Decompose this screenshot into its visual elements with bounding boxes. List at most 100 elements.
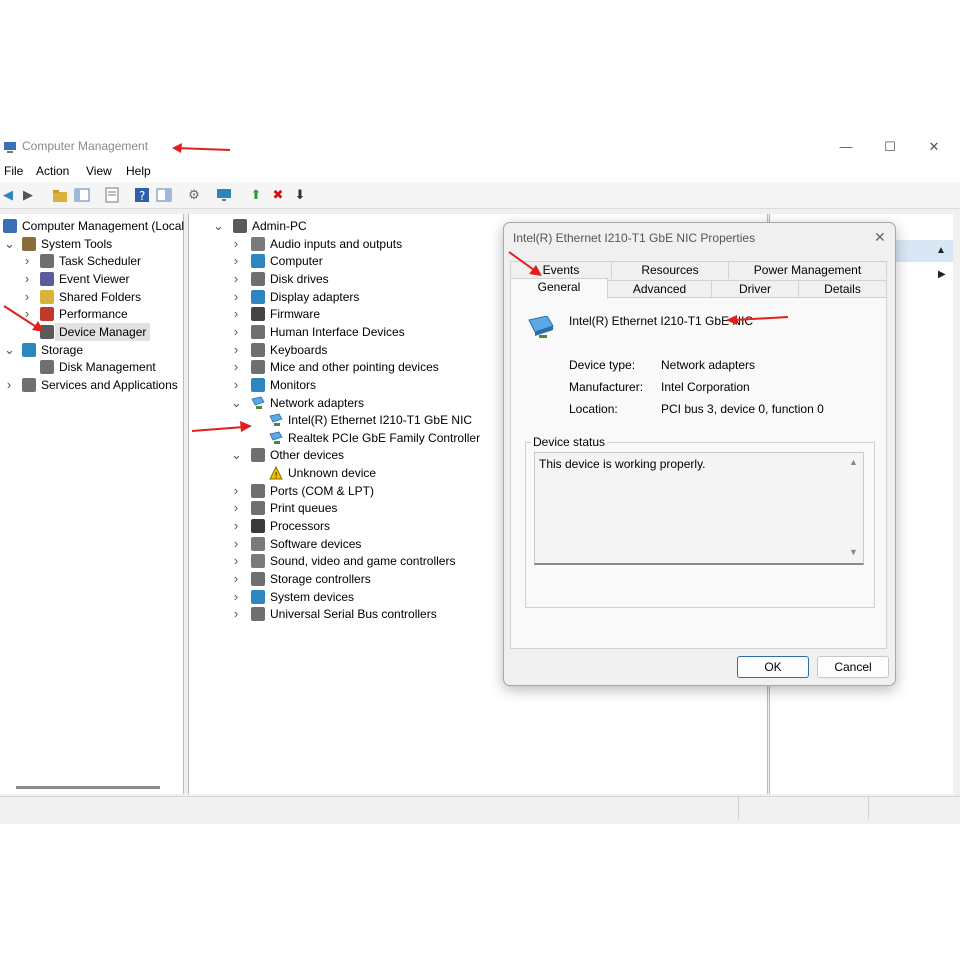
monitor-icon[interactable]: [216, 187, 232, 203]
tools-icon: [22, 236, 36, 251]
expander-icon[interactable]: ›: [231, 343, 241, 356]
tab-power-management[interactable]: Power Management: [728, 261, 887, 279]
expander-icon[interactable]: ›: [231, 360, 241, 373]
scan-hardware-icon[interactable]: ⚙: [186, 187, 202, 203]
expander-icon[interactable]: ›: [231, 378, 241, 391]
menu-file[interactable]: File: [4, 164, 23, 178]
expander-icon[interactable]: ›: [231, 290, 241, 303]
console-tree-pane[interactable]: Computer Management (Local ⌄ System Tools ›…: [0, 214, 184, 794]
expander-icon[interactable]: ›: [231, 590, 241, 603]
close-button[interactable]: ✕: [912, 136, 956, 158]
scroll-up-icon[interactable]: ▲: [849, 457, 858, 467]
expander-icon[interactable]: ›: [231, 607, 241, 620]
expander-icon[interactable]: ⌄: [231, 396, 242, 409]
up-folder-icon[interactable]: [52, 187, 68, 203]
tree-item[interactable]: Processors: [270, 517, 330, 535]
expander-icon[interactable]: ⌄: [213, 219, 224, 232]
maximize-button[interactable]: ☐: [868, 136, 912, 158]
tree-item[interactable]: Shared Folders: [59, 288, 141, 306]
scroll-down-icon[interactable]: ▼: [849, 547, 858, 557]
tree-item[interactable]: Device Manager: [55, 322, 151, 341]
tree-item[interactable]: Storage controllers: [270, 570, 371, 588]
expand-right-icon[interactable]: ▶: [938, 269, 946, 280]
uninstall-device-icon[interactable]: ✖: [270, 187, 286, 203]
back-icon[interactable]: ◀: [0, 187, 16, 203]
tree-item[interactable]: Services and Applications: [41, 376, 178, 394]
tree-item[interactable]: Firmware: [270, 305, 320, 323]
tree-item[interactable]: Monitors: [270, 376, 316, 394]
tree-item[interactable]: Disk drives: [270, 270, 329, 288]
expander-icon[interactable]: ›: [231, 307, 241, 320]
forward-icon[interactable]: ▶: [20, 187, 36, 203]
disable-device-icon[interactable]: ⬇: [292, 187, 308, 203]
tree-item[interactable]: Realtek PCIe GbE Family Controller: [288, 429, 480, 447]
horizontal-scrollbar[interactable]: [16, 786, 160, 789]
tree-item[interactable]: Other devices: [270, 446, 344, 464]
ok-button[interactable]: OK: [737, 656, 809, 678]
tree-item[interactable]: Display adapters: [270, 288, 359, 306]
menu-help[interactable]: Help: [126, 164, 151, 178]
tree-item[interactable]: Network adapters: [270, 394, 364, 412]
expander-icon[interactable]: ›: [231, 484, 241, 497]
tree-item[interactable]: Audio inputs and outputs: [270, 235, 402, 253]
help-icon[interactable]: ?: [134, 187, 150, 203]
collapse-up-icon[interactable]: ▲: [936, 245, 946, 256]
update-driver-icon[interactable]: ⬆: [248, 187, 264, 203]
expander-icon[interactable]: ›: [231, 272, 241, 285]
dialog-close-button[interactable]: ✕: [874, 229, 886, 246]
expander-icon[interactable]: ›: [22, 254, 32, 267]
location-label: Location:: [569, 402, 618, 416]
tree-item[interactable]: System devices: [270, 588, 354, 606]
tree-item[interactable]: Human Interface Devices: [270, 323, 405, 341]
expander-icon[interactable]: ›: [231, 519, 241, 532]
show-hide-tree-icon[interactable]: [74, 187, 90, 203]
tree-item[interactable]: Performance: [59, 305, 128, 323]
tree-item[interactable]: Software devices: [270, 535, 361, 553]
tree-item[interactable]: Print queues: [270, 499, 337, 517]
tab-events[interactable]: Events: [510, 261, 612, 279]
tree-item[interactable]: Admin-PC: [252, 217, 307, 235]
expander-icon[interactable]: ›: [231, 572, 241, 585]
expander-icon[interactable]: ⌄: [231, 448, 242, 461]
tab-details[interactable]: Details: [798, 280, 887, 298]
expander-icon[interactable]: ›: [22, 290, 32, 303]
expander-icon[interactable]: ›: [231, 237, 241, 250]
tab-general[interactable]: General: [510, 278, 608, 299]
expander-icon[interactable]: ⌄: [4, 343, 15, 356]
action-pane-icon[interactable]: [156, 187, 172, 203]
device-status-textbox[interactable]: This device is working properly. ▲ ▼: [534, 452, 864, 565]
menu-action[interactable]: Action: [36, 164, 69, 178]
tree-item[interactable]: Task Scheduler: [59, 252, 141, 270]
tree-item[interactable]: Intel(R) Ethernet I210-T1 GbE NIC: [288, 411, 472, 429]
menu-view[interactable]: View: [86, 164, 112, 178]
properties-list-icon[interactable]: [104, 187, 120, 203]
tree-item[interactable]: Keyboards: [270, 341, 327, 359]
tree-item[interactable]: Universal Serial Bus controllers: [270, 605, 437, 623]
tab-driver[interactable]: Driver: [711, 280, 799, 298]
tree-item[interactable]: Event Viewer: [59, 270, 129, 288]
minimize-button[interactable]: —: [824, 136, 868, 158]
tree-item[interactable]: Ports (COM & LPT): [270, 482, 374, 500]
expander-icon[interactable]: ›: [231, 254, 241, 267]
expander-icon[interactable]: ›: [231, 501, 241, 514]
cancel-button[interactable]: Cancel: [817, 656, 889, 678]
tree-item[interactable]: Disk Management: [59, 358, 156, 376]
tree-item[interactable]: Sound, video and game controllers: [270, 552, 455, 570]
expander-icon[interactable]: ›: [4, 378, 14, 391]
tab-advanced[interactable]: Advanced: [607, 280, 712, 298]
expander-icon[interactable]: ›: [22, 307, 32, 320]
expander-icon[interactable]: ›: [231, 325, 241, 338]
expander-icon[interactable]: ›: [22, 272, 32, 285]
tab-resources[interactable]: Resources: [611, 261, 729, 279]
tree-item[interactable]: Computer: [270, 252, 323, 270]
title-bar[interactable]: Computer Management — ☐ ✕: [0, 136, 960, 160]
tree-item[interactable]: Unknown device: [288, 464, 376, 482]
tree-item[interactable]: Storage: [41, 341, 83, 359]
tree-item[interactable]: Computer Management (Local: [22, 217, 184, 235]
expander-icon[interactable]: ⌄: [4, 237, 15, 250]
tree-item[interactable]: System Tools: [41, 235, 112, 253]
hid-icon: [251, 324, 265, 339]
expander-icon[interactable]: ›: [231, 537, 241, 550]
tree-item[interactable]: Mice and other pointing devices: [270, 358, 439, 376]
expander-icon[interactable]: ›: [231, 554, 241, 567]
